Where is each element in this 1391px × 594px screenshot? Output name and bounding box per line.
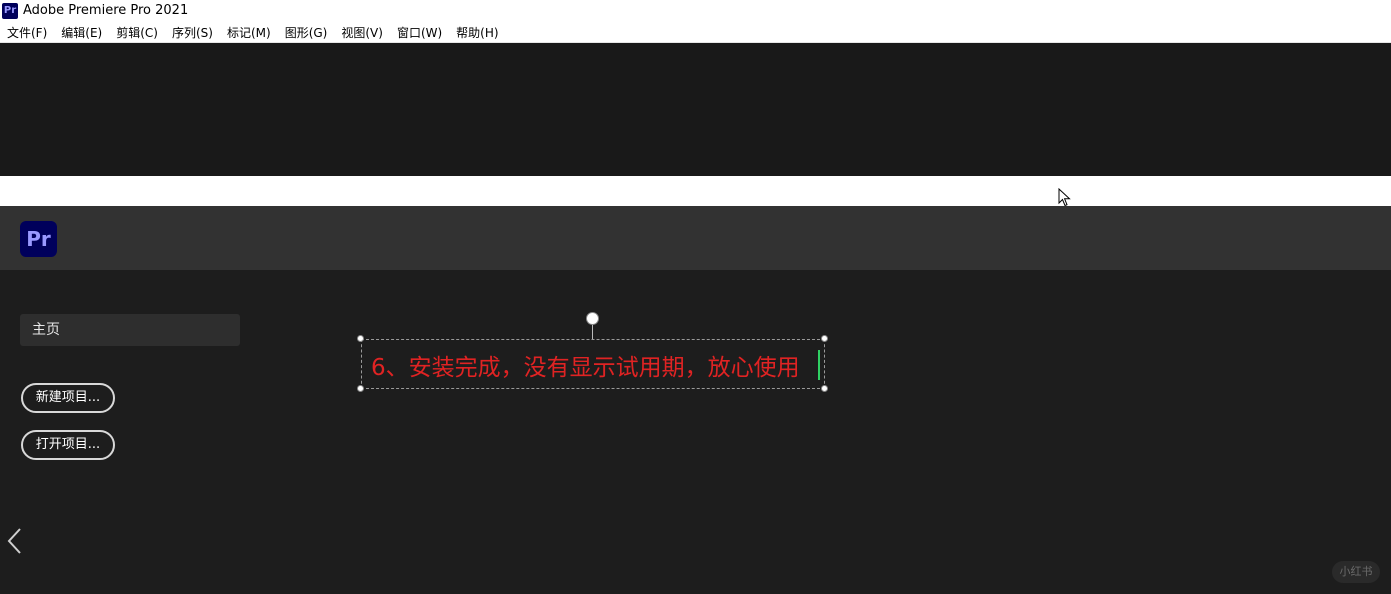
nav-item-home[interactable]: 主页	[20, 314, 240, 346]
menu-clip[interactable]: 剪辑(C)	[109, 24, 165, 41]
watermark-badge: 小红书	[1332, 561, 1380, 583]
menu-bar: 文件(F) 编辑(E) 剪辑(C) 序列(S) 标记(M) 图形(G) 视图(V…	[0, 22, 1391, 43]
window-title: Adobe Premiere Pro 2021	[23, 3, 189, 18]
panel-separator	[0, 176, 1391, 206]
rotation-handle-stem	[592, 324, 593, 339]
menu-edit[interactable]: 编辑(E)	[54, 24, 109, 41]
resize-handle-top-left[interactable]	[357, 335, 364, 342]
caption-text[interactable]: 6、安装完成，没有显示试用期，放心使用	[371, 348, 800, 382]
menu-file[interactable]: 文件(F)	[0, 24, 54, 41]
resize-handle-top-right[interactable]	[821, 335, 828, 342]
rotation-handle[interactable]	[586, 312, 599, 325]
premiere-logo: Pr	[20, 221, 57, 257]
menu-view[interactable]: 视图(V)	[334, 24, 390, 41]
menu-sequence[interactable]: 序列(S)	[165, 24, 220, 41]
mouse-cursor-icon	[1058, 188, 1071, 207]
premiere-app-icon: Pr	[2, 3, 18, 19]
menu-graphics[interactable]: 图形(G)	[278, 24, 335, 41]
menu-markers[interactable]: 标记(M)	[220, 24, 278, 41]
resize-handle-bottom-left[interactable]	[357, 385, 364, 392]
title-bar: Pr Adobe Premiere Pro 2021	[0, 0, 1391, 22]
home-header: Pr	[0, 206, 1391, 270]
home-screen: 主页 新建项目... 打开项目... 6、安装完成，没有显示试用期，放心使用 小…	[0, 270, 1391, 594]
new-project-button[interactable]: 新建项目...	[21, 383, 115, 413]
menu-help[interactable]: 帮助(H)	[449, 24, 505, 41]
open-project-button[interactable]: 打开项目...	[21, 430, 115, 460]
resize-handle-bottom-right[interactable]	[821, 385, 828, 392]
menu-window[interactable]: 窗口(W)	[390, 24, 449, 41]
caption-text-box[interactable]: 6、安装完成，没有显示试用期，放心使用	[361, 339, 825, 389]
chevron-left-icon[interactable]	[6, 526, 24, 556]
workspace-panel	[0, 43, 1391, 176]
text-caret	[818, 350, 820, 380]
